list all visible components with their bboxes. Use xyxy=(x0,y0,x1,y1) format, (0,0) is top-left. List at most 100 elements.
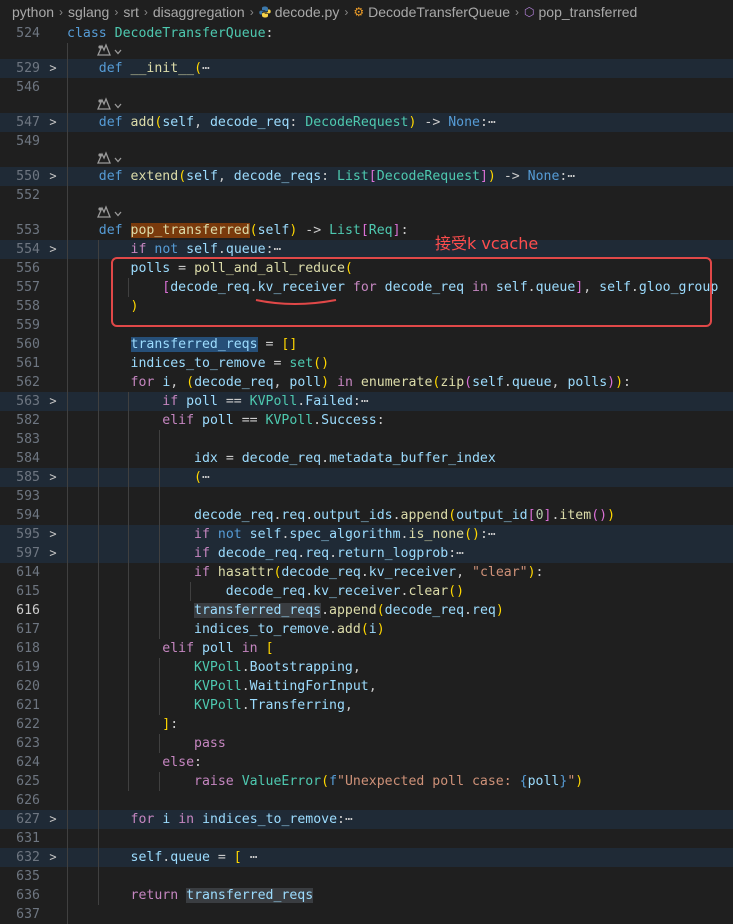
fold-chevron-icon[interactable]: > xyxy=(47,848,59,867)
code-text[interactable]: pass xyxy=(67,734,226,753)
folded-ellipsis-icon[interactable]: ⋯ xyxy=(488,115,496,130)
fold-chevron-icon[interactable]: > xyxy=(47,113,59,132)
code-text[interactable]: for i in indices_to_remove:⋯ xyxy=(67,810,353,829)
folded-ellipsis-icon[interactable]: ⋯ xyxy=(202,470,210,485)
chevron-down-icon[interactable] xyxy=(113,206,123,225)
codelens-action-icon[interactable] xyxy=(96,205,112,225)
code-line[interactable]: 582 elif poll == KVPoll.Success: xyxy=(0,411,733,430)
chevron-down-icon[interactable] xyxy=(113,98,123,117)
code-line[interactable]: 594 decode_req.req.output_ids.append(out… xyxy=(0,506,733,525)
codelens-row[interactable] xyxy=(67,43,123,63)
breadcrumb-item-srt[interactable]: srt xyxy=(123,4,139,20)
code-line[interactable]: 614 if hasattr(decode_req.kv_receiver, "… xyxy=(0,563,733,582)
fold-chevron-icon[interactable]: > xyxy=(47,240,59,259)
fold-chevron-icon[interactable]: > xyxy=(47,392,59,411)
code-text[interactable]: if not self.spec_algorithm.is_none():⋯ xyxy=(67,525,496,544)
code-text[interactable]: transferred_reqs = [] xyxy=(67,335,297,354)
folded-ellipsis-icon[interactable]: ⋯ xyxy=(361,394,369,409)
code-line[interactable]: 616 transferred_reqs.append(decode_req.r… xyxy=(0,601,733,620)
code-line[interactable]: 562 for i, (decode_req, poll) in enumera… xyxy=(0,373,733,392)
folded-ellipsis-icon[interactable]: ⋯ xyxy=(274,242,282,257)
code-text[interactable]: indices_to_remove = set() xyxy=(67,354,330,373)
folded-ellipsis-icon[interactable]: ⋯ xyxy=(250,850,258,865)
code-text[interactable]: self.queue = [ ⋯ xyxy=(67,848,258,867)
code-text[interactable]: def __init__(⋯ xyxy=(67,59,210,78)
code-line[interactable]: 615 decode_req.kv_receiver.clear() xyxy=(0,582,733,601)
code-line[interactable]: 626 xyxy=(0,791,733,810)
code-text[interactable]: if hasattr(decode_req.kv_receiver, "clea… xyxy=(67,563,543,582)
fold-chevron-icon[interactable]: > xyxy=(47,525,59,544)
codelens-row[interactable] xyxy=(67,151,123,171)
code-line[interactable]: 636 return transferred_reqs xyxy=(0,886,733,905)
code-text[interactable]: decode_req.req.output_ids.append(output_… xyxy=(67,506,615,525)
code-text[interactable]: if poll == KVPoll.Failed:⋯ xyxy=(67,392,369,411)
fold-chevron-icon[interactable]: > xyxy=(47,468,59,487)
breadcrumb-item-python[interactable]: python xyxy=(12,4,54,20)
chevron-down-icon[interactable] xyxy=(113,152,123,171)
code-line[interactable]: 546 xyxy=(0,78,733,97)
code-text[interactable]: for i, (decode_req, poll) in enumerate(z… xyxy=(67,373,631,392)
code-line[interactable]: 524 class DecodeTransferQueue: xyxy=(0,24,733,43)
code-text[interactable]: (⋯ xyxy=(67,468,210,487)
fold-chevron-icon[interactable]: > xyxy=(47,544,59,563)
code-line[interactable]: 584 idx = decode_req.metadata_buffer_ind… xyxy=(0,449,733,468)
chevron-down-icon[interactable] xyxy=(113,44,123,63)
code-text[interactable]: KVPoll.Bootstrapping, xyxy=(67,658,361,677)
code-line[interactable]: 622 ]: xyxy=(0,715,733,734)
code-line[interactable]: 595 > if not self.spec_algorithm.is_none(… xyxy=(0,525,733,544)
breadcrumb-item-disaggregation[interactable]: disaggregation xyxy=(153,4,245,20)
code-line[interactable]: 632 > self.queue = [ ⋯ xyxy=(0,848,733,867)
code-line[interactable]: 617 indices_to_remove.add(i) xyxy=(0,620,733,639)
folded-ellipsis-icon[interactable]: ⋯ xyxy=(567,169,575,184)
code-text[interactable]: KVPoll.WaitingForInput, xyxy=(67,677,377,696)
folded-ellipsis-icon[interactable]: ⋯ xyxy=(488,527,496,542)
fold-chevron-icon[interactable]: > xyxy=(47,167,59,186)
code-line[interactable]: 552 xyxy=(0,186,733,205)
code-line[interactable]: 583 xyxy=(0,430,733,449)
code-text[interactable]: decode_req.kv_receiver.clear() xyxy=(67,582,464,601)
code-text[interactable]: def extend(self, decode_reqs: List[Decod… xyxy=(67,167,576,186)
code-text[interactable]: ]: xyxy=(67,715,178,734)
code-line[interactable]: 593 xyxy=(0,487,733,506)
code-text[interactable]: def add(self, decode_req: DecodeRequest)… xyxy=(67,113,496,132)
code-line[interactable]: 635 xyxy=(0,867,733,886)
fold-chevron-icon[interactable]: > xyxy=(47,810,59,829)
code-text[interactable]: raise ValueError(f"Unexpected poll case:… xyxy=(67,772,583,791)
code-line[interactable]: 631 xyxy=(0,829,733,848)
breadcrumb-item-sglang[interactable]: sglang xyxy=(68,4,109,20)
code-text[interactable]: return transferred_reqs xyxy=(67,886,314,905)
code-text[interactable]: else: xyxy=(67,753,202,772)
code-text[interactable]: elif poll == KVPoll.Success: xyxy=(67,411,384,430)
code-text[interactable]: KVPoll.Transferring, xyxy=(67,696,353,715)
code-text[interactable]: indices_to_remove.add(i) xyxy=(67,620,385,639)
codelens-action-icon[interactable] xyxy=(96,151,112,171)
code-line[interactable]: 585 > (⋯ xyxy=(0,468,733,487)
folded-ellipsis-icon[interactable]: ⋯ xyxy=(345,812,353,827)
code-text[interactable]: transferred_reqs.append(decode_req.req) xyxy=(67,601,504,620)
code-text[interactable]: idx = decode_req.metadata_buffer_index xyxy=(67,449,496,468)
code-line[interactable]: 623 pass xyxy=(0,734,733,753)
code-text[interactable]: if decode_req.req.return_logprob:⋯ xyxy=(67,544,464,563)
code-line[interactable]: 621 KVPoll.Transferring, xyxy=(0,696,733,715)
code-line[interactable]: 597 > if decode_req.req.return_logprob:⋯ xyxy=(0,544,733,563)
breadcrumb-item-class[interactable]: ⚙ DecodeTransferQueue xyxy=(353,4,510,20)
codelens-action-icon[interactable] xyxy=(96,97,112,117)
breadcrumb-item-method[interactable]: ⬡ pop_transferred xyxy=(524,4,637,20)
code-line[interactable]: 563 > if poll == KVPoll.Failed:⋯ xyxy=(0,392,733,411)
breadcrumb-item-file[interactable]: decode.py xyxy=(259,4,339,20)
code-text[interactable]: class DecodeTransferQueue: xyxy=(67,24,273,43)
code-line[interactable]: 637 xyxy=(0,905,733,924)
code-editor[interactable]: 524 class DecodeTransferQueue: 529 > def __… xyxy=(0,0,733,924)
folded-ellipsis-icon[interactable]: ⋯ xyxy=(456,546,464,561)
code-line[interactable]: 549 xyxy=(0,132,733,151)
code-line[interactable]: 627 > for i in indices_to_remove:⋯ xyxy=(0,810,733,829)
folded-ellipsis-icon[interactable]: ⋯ xyxy=(202,61,210,76)
fold-chevron-icon[interactable]: > xyxy=(47,59,59,78)
code-line[interactable]: 560 transferred_reqs = [] xyxy=(0,335,733,354)
code-line[interactable]: 624 else: xyxy=(0,753,733,772)
code-line[interactable]: 618 elif poll in [ xyxy=(0,639,733,658)
code-line[interactable]: 620 KVPoll.WaitingForInput, xyxy=(0,677,733,696)
codelens-action-icon[interactable] xyxy=(96,43,112,63)
codelens-row[interactable] xyxy=(67,205,123,225)
code-line[interactable]: 561 indices_to_remove = set() xyxy=(0,354,733,373)
